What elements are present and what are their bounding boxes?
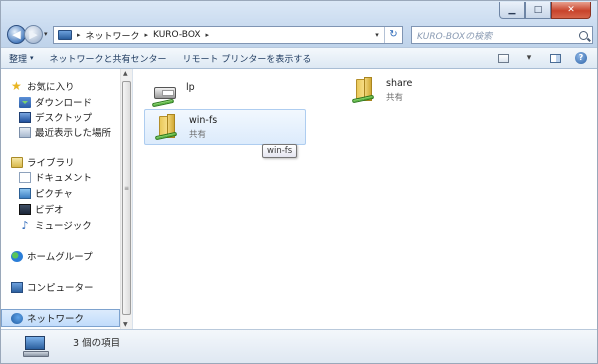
breadcrumb-separator[interactable]: ▸ [145,31,149,39]
file-item-win-fs[interactable]: win-fs 共有 [144,109,306,145]
views-icon [497,53,509,63]
recent-places-icon [19,126,31,138]
help-icon: ? [575,52,587,64]
search-box[interactable]: KURO-BOXの検索 [411,26,593,44]
scrollbar-grip-icon: ≡ [124,185,130,192]
chevron-down-icon: ▾ [30,54,34,62]
sidebar-item-videos[interactable]: ビデオ [19,201,64,217]
sidebar-item-label: ライブラリ [27,158,75,169]
network-share-icon [151,98,175,108]
breadcrumb-kuro-box[interactable]: KURO-BOX [153,30,200,40]
computer-icon [58,30,72,40]
search-input[interactable]: KURO-BOXの検索 [417,29,492,42]
address-dropdown-icon[interactable]: ▾ [370,31,384,39]
sidebar-item-label: お気に入り [27,82,75,93]
navigation-row: ◀ ▶ ▾ ▸ ネットワーク ▸ KURO-BOX ▸ ▾ ↻ KURO-BOX… [7,25,593,45]
shared-folder-icon [351,77,380,105]
printer-icon [151,81,180,109]
tooltip: win-fs [262,144,298,158]
computer-icon [11,281,23,293]
sidebar-item-recent-places[interactable]: 最近表示した場所 [19,124,111,140]
sidebar-item-homegroup[interactable]: ホームグループ [11,248,93,264]
sidebar-item-downloads[interactable]: ダウンロード [19,94,92,110]
change-view-button[interactable] [495,51,511,65]
network-icon [11,312,23,324]
music-note-icon: ♪ [21,218,29,232]
address-bar[interactable]: ▸ ネットワーク ▸ KURO-BOX ▸ ▾ ↻ [53,26,403,44]
desktop-icon [19,111,31,123]
sidebar-item-documents[interactable]: ドキュメント [19,169,92,185]
sidebar-item-label: デスクトップ [35,113,93,124]
breadcrumb-separator[interactable]: ▸ [77,31,81,39]
sidebar-item-label: 最近表示した場所 [35,128,112,139]
command-bar: 整理 ▾ ネットワークと共有センター リモート プリンターを表示する ▾ ? [1,47,597,69]
star-icon: ★ [11,78,22,93]
picture-icon [19,187,31,199]
preview-pane-icon [549,53,561,63]
preview-pane-button[interactable] [547,51,563,65]
window-controls: ▁ □ ✕ [499,2,591,19]
sidebar-item-libraries[interactable]: ライブラリ [11,154,75,170]
scroll-down-icon[interactable]: ▼ [123,321,128,328]
organize-label: 整理 [9,54,28,65]
sidebar-item-label: ミュージック [35,221,92,232]
title-bar: ▁ □ ✕ ◀ ▶ ▾ ▸ ネットワーク ▸ KURO-BOX ▸ ▾ ↻ KU… [1,1,597,47]
maximize-button[interactable]: □ [525,2,551,19]
sidebar-item-label: ダウンロード [35,98,93,109]
sidebar-item-label: ドキュメント [35,173,93,184]
scrollbar-thumb[interactable] [122,81,131,315]
network-computer-icon [23,336,49,358]
sidebar-item-label: ピクチャ [35,189,73,200]
forward-button[interactable]: ▶ [24,25,43,44]
network-sharing-center-button[interactable]: ネットワークと共有センター [42,48,175,68]
sidebar-item-label: ホームグループ [27,252,93,263]
close-button[interactable]: ✕ [551,2,591,19]
view-options-dropdown[interactable]: ▾ [521,51,537,65]
document-icon [19,171,31,183]
search-icon[interactable] [579,30,588,40]
view-remote-printers-button[interactable]: リモート プリンターを表示する [175,48,320,68]
refresh-icon[interactable]: ↻ [384,27,402,43]
sidebar-item-computer[interactable]: コンピューター [11,279,94,295]
shared-folder-icon [154,114,183,142]
file-list: lp share 共有 win-fs 共有 [134,69,597,329]
homegroup-icon [11,250,23,262]
scroll-up-icon[interactable]: ▲ [123,70,128,77]
file-subtitle: 共有 [189,130,207,140]
file-item-lp[interactable]: lp [142,77,304,113]
navigation-pane: ★ お気に入り ダウンロード デスクトップ 最近表示した場所 ライブラリ ドキュ… [1,69,133,329]
item-count: 3 個の項目 [73,338,121,349]
file-subtitle: 共有 [386,93,404,103]
file-item-share[interactable]: share 共有 [342,73,504,109]
video-icon [19,203,31,215]
details-pane: 3 個の項目 [1,329,597,363]
sidebar-item-network[interactable]: ネットワーク [11,310,84,326]
sidebar-item-label: ネットワーク [27,314,85,325]
sidebar-item-label: コンピューター [27,283,94,294]
sidebar-item-label: ビデオ [35,205,64,216]
organize-button[interactable]: 整理 ▾ [1,48,42,68]
sidebar-item-pictures[interactable]: ピクチャ [19,185,73,201]
breadcrumb-network[interactable]: ネットワーク [86,29,140,42]
sidebar-item-favorites[interactable]: ★ お気に入り [11,78,75,94]
sidebar-item-music[interactable]: ♪ ミュージック [19,217,92,233]
file-name: share [386,78,413,89]
sidebar-item-desktop[interactable]: デスクトップ [19,109,92,125]
file-name: lp [186,82,195,93]
sidebar-scrollbar[interactable]: ▲ ≡ ▼ [120,69,132,329]
recent-pages-dropdown[interactable]: ▾ [44,30,48,38]
breadcrumb-separator[interactable]: ▸ [206,31,210,39]
help-button[interactable]: ? [573,51,589,65]
file-name: win-fs [189,115,218,126]
download-folder-icon [19,96,31,108]
explorer-window: ▁ □ ✕ ◀ ▶ ▾ ▸ ネットワーク ▸ KURO-BOX ▸ ▾ ↻ KU… [0,0,598,364]
minimize-button[interactable]: ▁ [499,2,525,19]
library-icon [11,156,23,168]
